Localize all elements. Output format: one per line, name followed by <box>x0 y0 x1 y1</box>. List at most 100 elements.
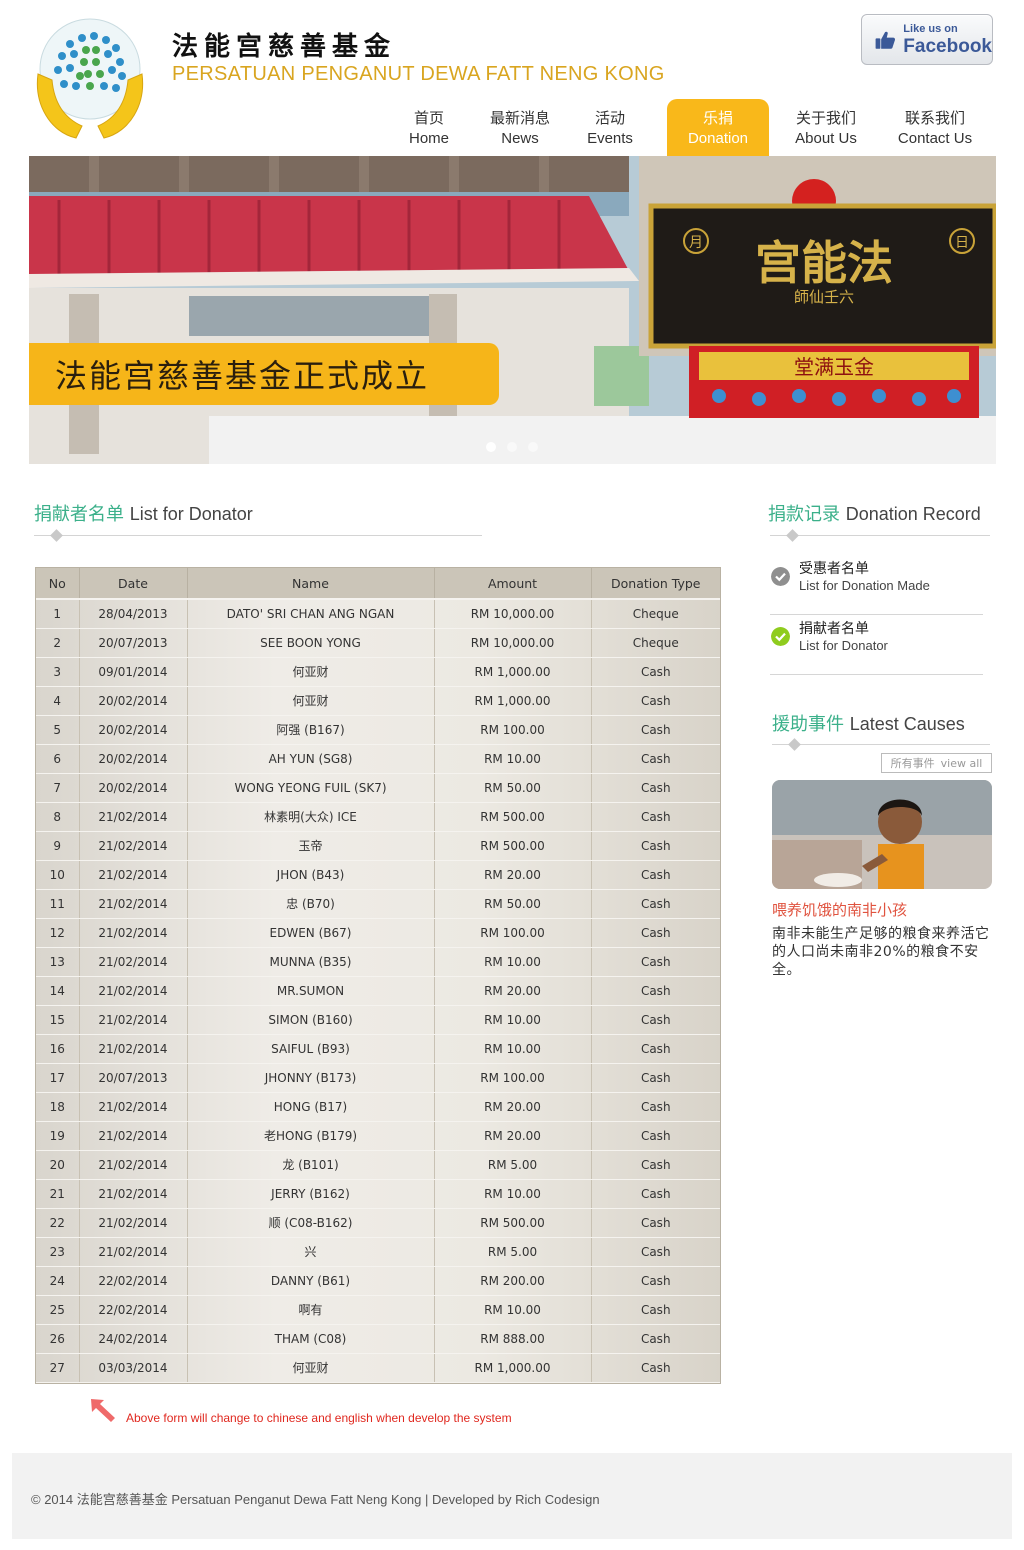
cell-name: JHON (B43) <box>187 860 435 890</box>
cell-no: 3 <box>36 657 80 687</box>
table-row: 27 03/03/2014 何亚财 RM 1,000.00 Cash <box>36 1353 720 1383</box>
cell-date: 21/02/2014 <box>79 1150 188 1180</box>
slide-dot-1[interactable] <box>486 442 496 452</box>
cell-amount: RM 100.00 <box>434 918 592 948</box>
nav-events[interactable]: 活动 Events <box>570 99 650 156</box>
table-row: 5 20/02/2014 阿强 (B167) RM 100.00 Cash <box>36 715 720 745</box>
cell-date: 21/02/2014 <box>79 860 188 890</box>
cell-no: 22 <box>36 1208 80 1238</box>
table-row: 18 21/02/2014 HONG (B17) RM 20.00 Cash <box>36 1092 720 1122</box>
nav-contact-us[interactable]: 联系我们 Contact Us <box>883 99 987 156</box>
logo[interactable] <box>30 14 148 146</box>
donor-table: No Date Name Amount Donation Type 1 28/04… <box>35 567 721 1384</box>
cell-amount: RM 10.00 <box>434 1005 592 1035</box>
column-header-amount[interactable]: Amount <box>434 568 592 600</box>
table-row: 9 21/02/2014 玉帝 RM 500.00 Cash <box>36 831 720 861</box>
cell-name: THAM (C08) <box>187 1324 435 1354</box>
cell-amount: RM 100.00 <box>434 1063 592 1093</box>
red-banner-text: 堂满玉金 <box>794 355 874 379</box>
nav-contact-us-cn: 联系我们 <box>904 109 965 127</box>
nav-about-us[interactable]: 关于我们 About Us <box>769 99 883 156</box>
cell-amount: RM 100.00 <box>434 715 592 745</box>
cell-name: JERRY (B162) <box>187 1179 435 1209</box>
cell-no: 14 <box>36 976 80 1006</box>
cell-no: 1 <box>36 599 80 629</box>
cell-amount: RM 10,000.00 <box>434 628 592 658</box>
table-row: 7 20/02/2014 WONG YEONG FUIL (SK7) RM 50.00… <box>36 773 720 803</box>
view-all-cn: 所有事件 <box>890 757 935 770</box>
cell-date: 21/02/2014 <box>79 1208 188 1238</box>
cell-donation-type: Cash <box>591 1353 720 1383</box>
cell-no: 24 <box>36 1266 80 1296</box>
table-row: 12 21/02/2014 EDWEN (B67) RM 100.00 Cash <box>36 918 720 948</box>
cell-date: 21/02/2014 <box>79 1092 188 1122</box>
cell-donation-type: Cheque <box>591 628 720 658</box>
cell-no: 7 <box>36 773 80 803</box>
nav-news[interactable]: 最新消息 News <box>470 99 570 156</box>
check-icon <box>771 567 790 586</box>
nav-donation[interactable]: 乐捐 Donation <box>667 99 769 156</box>
cell-name: HONG (B17) <box>187 1092 435 1122</box>
nav-donation-cn: 乐捐 <box>702 109 733 127</box>
cell-donation-type: Cash <box>591 1237 720 1267</box>
nav-about-us-en: About Us <box>795 130 857 147</box>
cell-name: 啊有 <box>187 1295 435 1325</box>
heading-divider <box>770 535 990 536</box>
cause-image[interactable] <box>772 780 992 889</box>
cell-date: 21/02/2014 <box>79 1005 188 1035</box>
cell-no: 9 <box>36 831 80 861</box>
latest-causes-heading: 援助事件 Latest Causes <box>772 710 965 736</box>
site-title-chinese: 法能宫慈善基金 <box>172 32 397 62</box>
cell-date: 21/02/2014 <box>79 947 188 977</box>
cause-title-link[interactable]: 喂养饥饿的南非小孩 <box>772 899 907 920</box>
record-list-donator[interactable]: 捐献者名单 List for Donator <box>770 615 983 675</box>
heading-divider <box>772 744 990 745</box>
cell-date: 21/02/2014 <box>79 802 188 832</box>
cell-donation-type: Cash <box>591 1121 720 1151</box>
cell-name: 何亚财 <box>187 657 435 687</box>
site-title-english: PERSATUAN PENGANUT DEWA FATT NENG KONG <box>172 63 665 85</box>
cell-date: 28/04/2013 <box>79 599 188 629</box>
cell-date: 09/01/2014 <box>79 657 188 687</box>
facebook-like-button[interactable]: Like us on Facebook <box>861 14 993 65</box>
slide-dot-3[interactable] <box>528 442 538 452</box>
cell-no: 27 <box>36 1353 80 1383</box>
view-all-causes-button[interactable]: 所有事件 view all <box>881 753 992 773</box>
column-header-name[interactable]: Name <box>187 568 435 600</box>
column-header-no[interactable]: No <box>36 568 80 600</box>
cell-date: 21/02/2014 <box>79 1121 188 1151</box>
cell-amount: RM 10,000.00 <box>434 599 592 629</box>
cell-name: 忠 (B70) <box>187 889 435 919</box>
cell-name: SEE BOON YONG <box>187 628 435 658</box>
sign-sub-text: 師仙壬六 <box>794 288 854 306</box>
cell-donation-type: Cash <box>591 744 720 774</box>
column-header-date[interactable]: Date <box>79 568 188 600</box>
sign-main-text: 宫能法 <box>755 236 893 290</box>
latest-causes-heading-cn: 援助事件 <box>772 714 844 735</box>
table-row: 21 21/02/2014 JERRY (B162) RM 10.00 Cash <box>36 1179 720 1209</box>
cell-amount: RM 10.00 <box>434 1179 592 1209</box>
cell-date: 22/02/2014 <box>79 1295 188 1325</box>
table-row: 23 21/02/2014 兴 RM 5.00 Cash <box>36 1237 720 1267</box>
nav-events-cn: 活动 <box>594 109 625 127</box>
cell-name: SAIFUL (B93) <box>187 1034 435 1064</box>
table-row: 3 09/01/2014 何亚财 RM 1,000.00 Cash <box>36 657 720 687</box>
cell-donation-type: Cash <box>591 860 720 890</box>
cell-name: 玉帝 <box>187 831 435 861</box>
cell-no: 17 <box>36 1063 80 1093</box>
column-header-donation-type[interactable]: Donation Type <box>591 568 720 600</box>
donation-record-heading-en: Donation Record <box>845 504 981 524</box>
logo-graphic <box>36 18 144 139</box>
check-icon-active <box>771 627 790 646</box>
cell-no: 25 <box>36 1295 80 1325</box>
banner-caption: 法能宫慈善基金正式成立 <box>29 343 499 405</box>
cell-date: 20/07/2013 <box>79 1063 188 1093</box>
nav-home-cn: 首页 <box>413 109 444 127</box>
record-list-donation-made[interactable]: 受惠者名单 List for Donation Made <box>770 555 983 615</box>
nav-home[interactable]: 首页 Home <box>388 99 470 156</box>
cell-date: 20/02/2014 <box>79 744 188 774</box>
cell-donation-type: Cash <box>591 1092 720 1122</box>
slide-dot-2[interactable] <box>507 442 517 452</box>
hero-banner[interactable]: 宫能法 師仙壬六 月 日 堂满玉金 法能宫慈善基金正式成立 <box>29 156 996 464</box>
cell-amount: RM 200.00 <box>434 1266 592 1296</box>
